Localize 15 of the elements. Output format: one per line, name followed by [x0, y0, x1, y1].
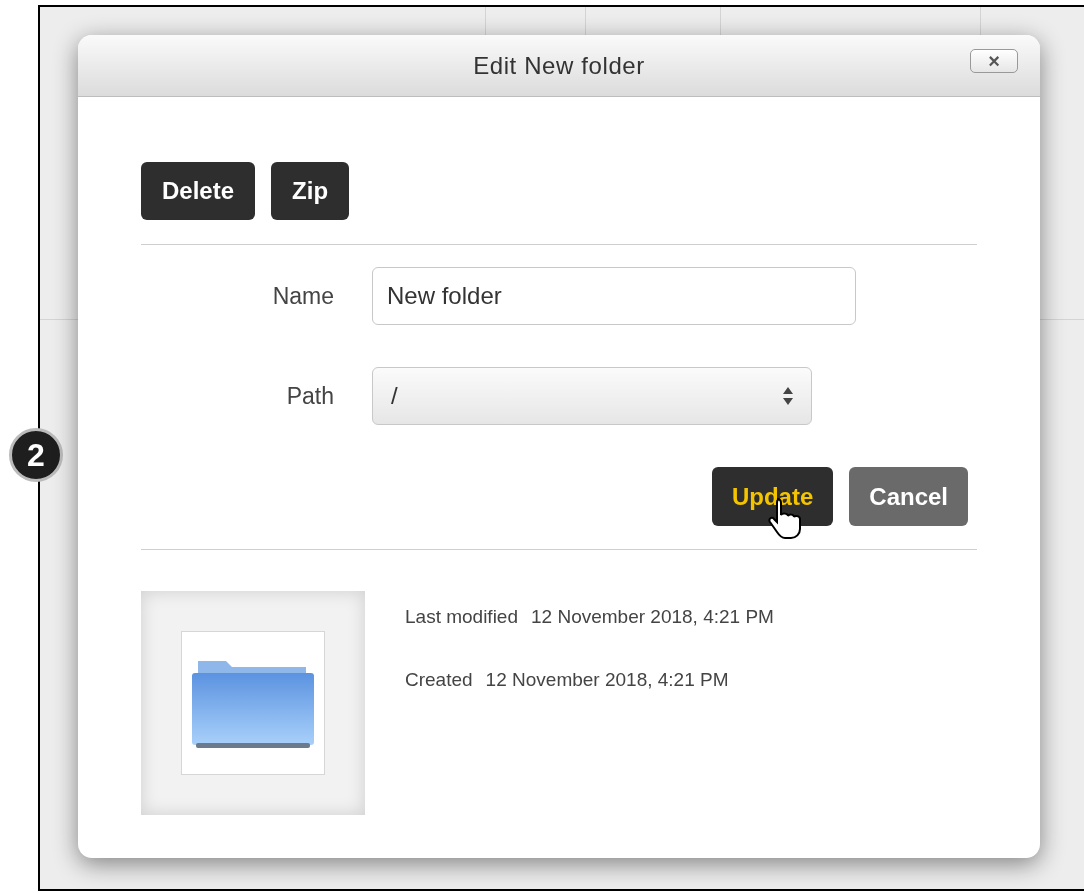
select-arrows-icon — [783, 387, 793, 405]
info-label: Last modified — [405, 605, 518, 629]
info-value: 12 November 2018, 4:21 PM — [531, 605, 774, 629]
cancel-button[interactable]: Cancel — [849, 467, 968, 526]
callout-badge: 2 — [9, 428, 63, 482]
dialog-title: Edit New folder — [473, 50, 645, 81]
action-button[interactable]: Delete — [141, 162, 256, 220]
path-select[interactable]: / — [372, 367, 812, 425]
name-field[interactable]: New folder — [372, 267, 856, 325]
field-label: Name — [271, 281, 335, 311]
info-label: Created — [405, 667, 473, 692]
info-value: 12 November 2018, 4:21 PM — [485, 667, 729, 692]
close-button[interactable]: × — [970, 49, 1018, 73]
action-button[interactable]: Zip — [271, 162, 350, 220]
field-label: Path — [285, 381, 335, 411]
